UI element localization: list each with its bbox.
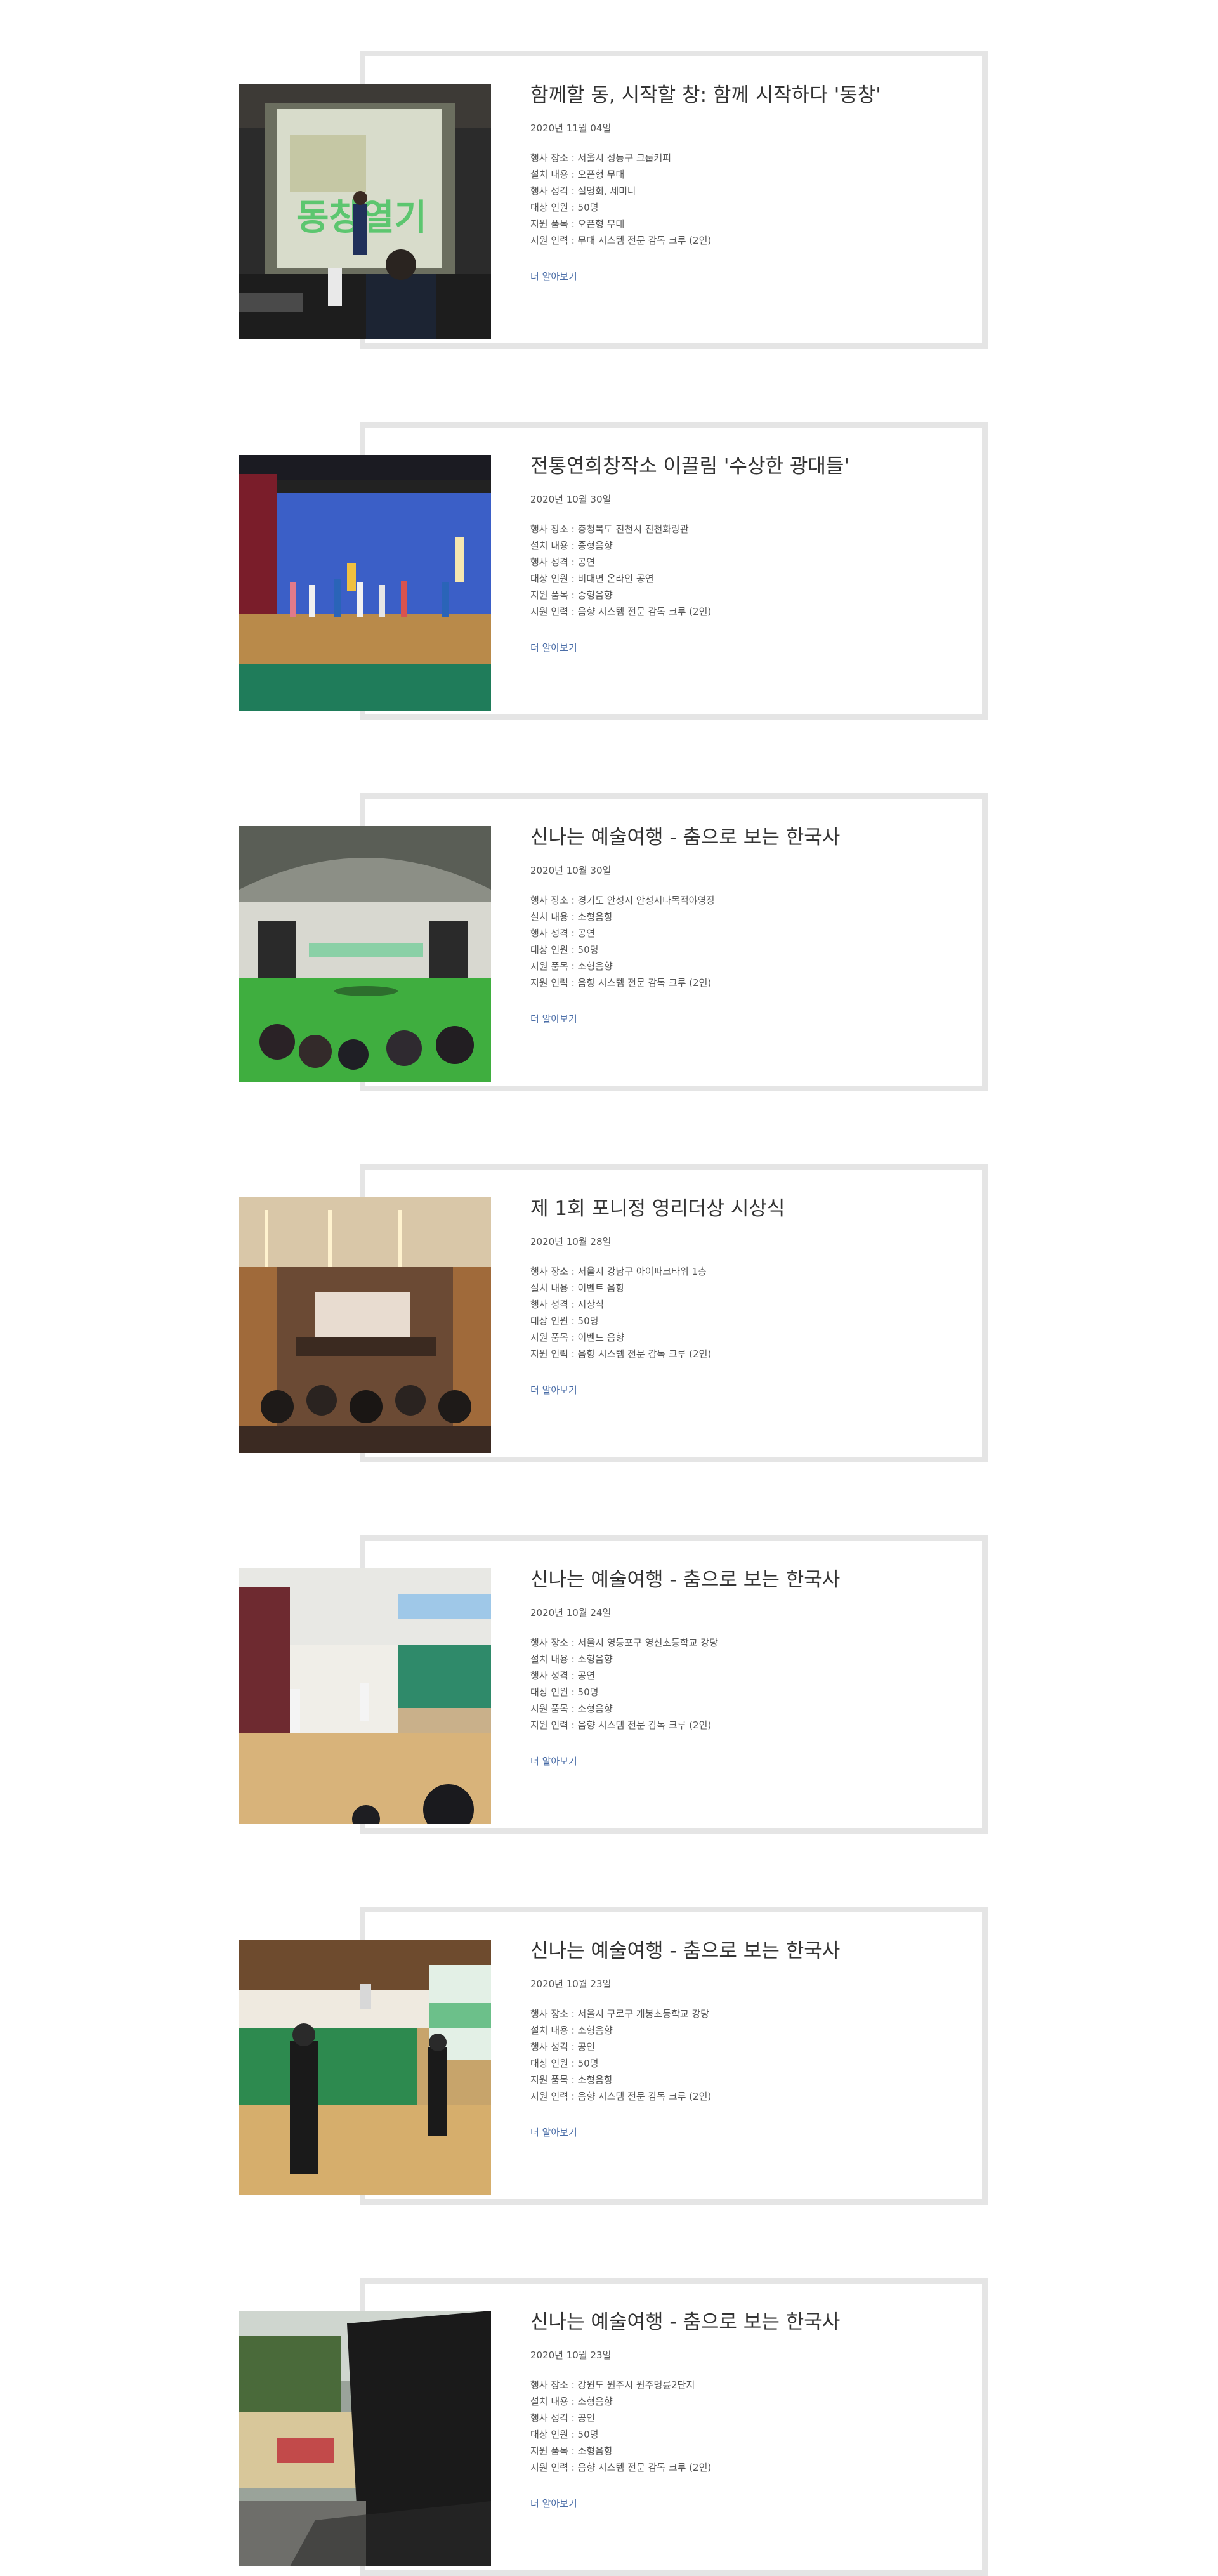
detail-audience: 대상 인원 : 50명 [530, 2058, 599, 2069]
event-photo[interactable] [239, 1197, 491, 1453]
event-date: 2020년 10월 30일 [530, 494, 612, 505]
detail-items: 지원 품목 : 이벤트 음향 [530, 1332, 625, 1343]
read-more-link[interactable]: 더 알아보기 [530, 1384, 577, 1396]
detail-staff: 지원 인력 : 음향 시스템 전문 감독 크루 (2인) [530, 2462, 712, 2473]
read-more-link[interactable]: 더 알아보기 [530, 1013, 577, 1025]
detail-venue: 행사 장소 : 서울시 영등포구 영신초등학교 강당 [530, 1637, 718, 1648]
event-photo[interactable] [239, 826, 491, 1082]
event-title[interactable]: 신나는 예술여행 - 춤으로 보는 한국사 [530, 1938, 949, 1964]
detail-venue: 행사 장소 : 충청북도 진천시 진천화랑관 [530, 523, 689, 535]
event-date: 2020년 10월 23일 [530, 2349, 612, 2361]
event-details: 행사 장소 : 서울시 구로구 개봉초등학교 강당 설치 내용 : 소형음향 행… [530, 2006, 949, 2105]
event-details: 행사 장소 : 충청북도 진천시 진천화랑관 설치 내용 : 중형음향 행사 성… [530, 521, 949, 620]
detail-staff: 지원 인력 : 무대 시스템 전문 감독 크루 (2인) [530, 235, 712, 246]
event-post: 동창열기 함께할 동, 시작할 창: 함께 시작하다 '동창' 2020년 11… [239, 51, 988, 349]
detail-type: 행사 성격 : 시상식 [530, 1299, 604, 1310]
event-details: 행사 장소 : 경기도 안성시 안성시다목적야영장 설치 내용 : 소형음향 행… [530, 892, 949, 991]
detail-items: 지원 품목 : 소형음향 [530, 1703, 613, 1714]
read-more-link[interactable]: 더 알아보기 [530, 1756, 577, 1767]
event-photo[interactable] [239, 1568, 491, 1824]
detail-audience: 대상 인원 : 50명 [530, 1315, 599, 1327]
event-photo[interactable] [239, 2311, 491, 2566]
detail-type: 행사 성격 : 설명회, 세미나 [530, 185, 636, 197]
event-post: 제 1회 포니정 영리더상 시상식 2020년 10월 28일 행사 장소 : … [239, 1164, 988, 1462]
event-title[interactable]: 전통연희창작소 이끌림 '수상한 광대들' [530, 454, 949, 479]
detail-items: 지원 품목 : 소형음향 [530, 2074, 613, 2086]
event-photo[interactable] [239, 1940, 491, 2195]
event-post: 전통연희창작소 이끌림 '수상한 광대들' 2020년 10월 30일 행사 장… [239, 422, 988, 720]
detail-staff: 지원 인력 : 음향 시스템 전문 감독 크루 (2인) [530, 1348, 712, 1360]
detail-staff: 지원 인력 : 음향 시스템 전문 감독 크루 (2인) [530, 1719, 712, 1731]
detail-setup: 설치 내용 : 소형음향 [530, 2396, 613, 2407]
event-post: 신나는 예술여행 - 춤으로 보는 한국사 2020년 10월 23일 행사 장… [239, 2278, 988, 2576]
detail-items: 지원 품목 : 소형음향 [530, 2445, 613, 2457]
event-details: 행사 장소 : 서울시 강남구 아이파크타워 1층 설치 내용 : 이벤트 음향… [530, 1263, 949, 1362]
detail-audience: 대상 인원 : 50명 [530, 944, 599, 956]
event-post: 신나는 예술여행 - 춤으로 보는 한국사 2020년 10월 30일 행사 장… [239, 793, 988, 1091]
event-content: 전통연희창작소 이끌림 '수상한 광대들' 2020년 10월 30일 행사 장… [530, 454, 949, 654]
event-date: 2020년 10월 23일 [530, 1978, 612, 1990]
event-content: 함께할 동, 시작할 창: 함께 시작하다 '동창' 2020년 11월 04일… [530, 82, 949, 283]
event-post: 신나는 예술여행 - 춤으로 보는 한국사 2020년 10월 23일 행사 장… [239, 1907, 988, 2205]
event-content: 제 1회 포니정 영리더상 시상식 2020년 10월 28일 행사 장소 : … [530, 1196, 949, 1396]
detail-items: 지원 품목 : 중형음향 [530, 589, 613, 601]
event-photo[interactable] [239, 455, 491, 711]
detail-setup: 설치 내용 : 오픈형 무대 [530, 169, 625, 180]
detail-staff: 지원 인력 : 음향 시스템 전문 감독 크루 (2인) [530, 2091, 712, 2102]
event-details: 행사 장소 : 서울시 성동구 크룹커피 설치 내용 : 오픈형 무대 행사 성… [530, 150, 949, 249]
read-more-link[interactable]: 더 알아보기 [530, 271, 577, 282]
read-more-link[interactable]: 더 알아보기 [530, 642, 577, 654]
event-details: 행사 장소 : 강원도 원주시 원주명륜2단지 설치 내용 : 소형음향 행사 … [530, 2377, 949, 2476]
detail-audience: 대상 인원 : 비대면 온라인 공연 [530, 573, 654, 584]
detail-setup: 설치 내용 : 소형음향 [530, 2025, 613, 2036]
detail-setup: 설치 내용 : 소형음향 [530, 911, 613, 923]
event-content: 신나는 예술여행 - 춤으로 보는 한국사 2020년 10월 30일 행사 장… [530, 825, 949, 1025]
detail-type: 행사 성격 : 공연 [530, 928, 596, 939]
detail-venue: 행사 장소 : 서울시 성동구 크룹커피 [530, 152, 672, 164]
detail-items: 지원 품목 : 소형음향 [530, 961, 613, 972]
event-content: 신나는 예술여행 - 춤으로 보는 한국사 2020년 10월 23일 행사 장… [530, 2310, 949, 2510]
event-content: 신나는 예술여행 - 춤으로 보는 한국사 2020년 10월 24일 행사 장… [530, 1567, 949, 1768]
event-title[interactable]: 제 1회 포니정 영리더상 시상식 [530, 1196, 949, 1221]
event-photo[interactable]: 동창열기 [239, 84, 491, 339]
event-date: 2020년 10월 28일 [530, 1236, 612, 1247]
event-post: 신나는 예술여행 - 춤으로 보는 한국사 2020년 10월 24일 행사 장… [239, 1535, 988, 1834]
detail-venue: 행사 장소 : 경기도 안성시 안성시다목적야영장 [530, 895, 716, 906]
detail-type: 행사 성격 : 공연 [530, 1670, 596, 1681]
event-content: 신나는 예술여행 - 춤으로 보는 한국사 2020년 10월 23일 행사 장… [530, 1938, 949, 2139]
event-title[interactable]: 신나는 예술여행 - 춤으로 보는 한국사 [530, 1567, 949, 1593]
event-details: 행사 장소 : 서울시 영등포구 영신초등학교 강당 설치 내용 : 소형음향 … [530, 1634, 949, 1733]
detail-items: 지원 품목 : 오픈형 무대 [530, 218, 625, 230]
detail-staff: 지원 인력 : 음향 시스템 전문 감독 크루 (2인) [530, 977, 712, 989]
detail-type: 행사 성격 : 공연 [530, 2412, 596, 2424]
read-more-link[interactable]: 더 알아보기 [530, 2498, 577, 2509]
detail-type: 행사 성격 : 공연 [530, 2041, 596, 2053]
detail-setup: 설치 내용 : 이벤트 음향 [530, 1282, 625, 1294]
detail-audience: 대상 인원 : 50명 [530, 2429, 599, 2440]
event-date: 2020년 11월 04일 [530, 122, 612, 134]
detail-setup: 설치 내용 : 중형음향 [530, 540, 613, 551]
event-title[interactable]: 신나는 예술여행 - 춤으로 보는 한국사 [530, 825, 949, 850]
detail-audience: 대상 인원 : 50명 [530, 1686, 599, 1698]
read-more-link[interactable]: 더 알아보기 [530, 2127, 577, 2138]
detail-venue: 행사 장소 : 강원도 원주시 원주명륜2단지 [530, 2379, 695, 2391]
event-title[interactable]: 함께할 동, 시작할 창: 함께 시작하다 '동창' [530, 82, 949, 108]
detail-venue: 행사 장소 : 서울시 강남구 아이파크타워 1층 [530, 1266, 707, 1277]
event-date: 2020년 10월 30일 [530, 865, 612, 876]
detail-setup: 설치 내용 : 소형음향 [530, 1653, 613, 1665]
detail-type: 행사 성격 : 공연 [530, 556, 596, 568]
event-title[interactable]: 신나는 예술여행 - 춤으로 보는 한국사 [530, 2310, 949, 2335]
detail-venue: 행사 장소 : 서울시 구로구 개봉초등학교 강당 [530, 2008, 710, 2020]
detail-staff: 지원 인력 : 음향 시스템 전문 감독 크루 (2인) [530, 606, 712, 617]
event-date: 2020년 10월 24일 [530, 1607, 612, 1619]
detail-audience: 대상 인원 : 50명 [530, 202, 599, 213]
